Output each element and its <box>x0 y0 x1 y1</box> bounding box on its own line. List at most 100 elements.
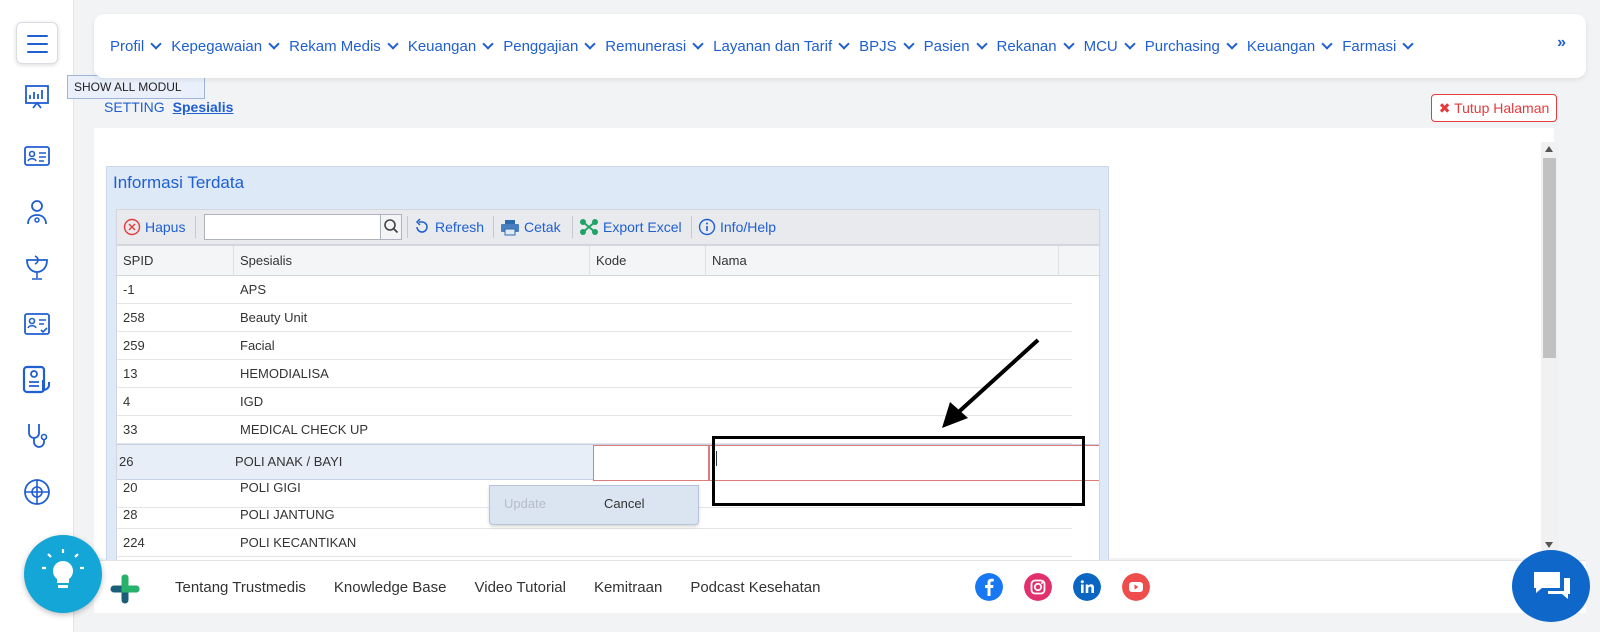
nav-item-keuangan[interactable]: Keuangan <box>407 37 494 55</box>
column-header-kode[interactable]: Kode <box>590 246 706 276</box>
cell-spid: -1 <box>123 282 135 297</box>
cell-spesialis: POLI JANTUNG <box>240 507 335 522</box>
chevron-down-icon <box>838 37 850 50</box>
chevron-down-icon <box>584 37 596 50</box>
footer-link-kemitraan[interactable]: Kemitraan <box>594 579 662 596</box>
nav-item-keuangan-2[interactable]: Keuangan <box>1247 38 1333 55</box>
excel-export-icon <box>580 219 598 235</box>
grid-toolbar: Hapus Refresh Cetak Export Excel Info/He… <box>116 209 1100 245</box>
column-header-nama[interactable]: Nama <box>706 246 1059 276</box>
table-row[interactable]: -1 APS <box>117 276 1072 304</box>
panel-title: Informasi Terdata <box>113 173 245 192</box>
annotation-arrow-icon <box>942 338 1040 428</box>
nav-item-label: MCU <box>1083 37 1118 55</box>
globe-health-icon[interactable] <box>21 476 53 508</box>
tips-bulb-button[interactable] <box>24 535 102 613</box>
id-card-icon[interactable] <box>21 140 53 172</box>
export-excel-button[interactable]: Export Excel <box>579 218 682 236</box>
delete-button[interactable]: Hapus <box>123 218 185 236</box>
search-input[interactable] <box>204 214 382 240</box>
chevron-down-icon <box>1062 37 1075 50</box>
toolbar-divider <box>572 216 573 238</box>
nav-more-button[interactable]: » <box>1557 34 1566 52</box>
scroll-down-arrow-icon[interactable] <box>1545 542 1553 548</box>
youtube-icon[interactable] <box>1122 573 1150 601</box>
search-button[interactable] <box>380 214 402 240</box>
table-row[interactable]: 258 Beauty Unit <box>117 304 1072 332</box>
nav-item-kepegawaian[interactable]: Kepegawaian <box>171 37 280 55</box>
cancel-button[interactable]: Cancel <box>604 496 644 511</box>
nav-item-label: Keuangan <box>407 37 477 55</box>
info-icon <box>698 218 716 236</box>
nav-item-rekam-medis[interactable]: Rekam Medis <box>289 37 399 55</box>
kode-input[interactable] <box>593 445 709 481</box>
chevron-down-icon <box>1124 37 1136 50</box>
nav-item-profil[interactable]: Profil <box>110 38 162 55</box>
nav-item-purchasing[interactable]: Purchasing <box>1145 38 1238 55</box>
print-label: Cetak <box>524 219 561 235</box>
refresh-button[interactable]: Refresh <box>413 218 484 236</box>
pharmacy-icon[interactable] <box>21 252 53 284</box>
nav-item-rekanan[interactable]: Rekanan <box>997 37 1075 55</box>
linkedin-icon[interactable] <box>1073 573 1101 601</box>
trustmedis-logo-icon <box>110 574 140 604</box>
footer-link-video-tutorial[interactable]: Video Tutorial <box>475 579 566 596</box>
column-header-spid[interactable]: SPID <box>117 246 234 276</box>
scrollbar-thumb[interactable] <box>1543 158 1556 358</box>
footer: Tentang Trustmedis Knowledge Base Video … <box>94 560 1586 613</box>
chat-bubble-icon <box>1534 572 1570 599</box>
chevron-down-icon <box>387 37 399 50</box>
nav-item-penggajian[interactable]: Penggajian <box>503 37 596 55</box>
table-row[interactable]: 259 Facial <box>117 332 1072 360</box>
delete-icon <box>123 218 141 236</box>
scroll-up-arrow-icon[interactable] <box>1545 146 1553 152</box>
nav-item-pasien[interactable]: Pasien <box>923 37 988 55</box>
chevron-down-icon <box>692 37 704 50</box>
dashboard-chart-icon[interactable] <box>21 82 53 114</box>
column-header-spesialis[interactable]: Spesialis <box>234 246 590 276</box>
stethoscope-icon[interactable] <box>21 420 53 452</box>
cell-spesialis: IGD <box>240 394 264 409</box>
update-button[interactable]: Update <box>504 496 546 511</box>
doctor-icon[interactable] <box>21 196 53 228</box>
print-button[interactable]: Cetak <box>500 218 561 236</box>
cell-spid: 4 <box>123 394 131 409</box>
nav-item-remunerasi[interactable]: Remunerasi <box>605 37 704 55</box>
facebook-icon[interactable] <box>975 573 1003 601</box>
toolbar-divider <box>493 216 494 238</box>
info-help-button[interactable]: Info/Help <box>698 218 776 236</box>
nav-item-farmasi[interactable]: Farmasi <box>1342 37 1415 55</box>
chevron-down-icon <box>482 37 494 50</box>
nav-item-label: Farmasi <box>1342 37 1397 55</box>
table-row[interactable]: 4 IGD <box>117 388 1072 416</box>
medical-record-touch-icon[interactable] <box>21 364 53 396</box>
nav-item-label: Kepegawaian <box>171 37 263 55</box>
top-navigation: Profil Kepegawaian Rekam Medis Keuangan … <box>94 14 1586 78</box>
patient-registration-icon[interactable] <box>21 308 53 340</box>
footer-link-knowledge-base[interactable]: Knowledge Base <box>334 579 447 596</box>
instagram-icon[interactable] <box>1024 573 1052 601</box>
footer-links: Tentang Trustmedis Knowledge Base Video … <box>175 561 848 614</box>
page-scrollbar[interactable] <box>1541 142 1558 552</box>
table-row[interactable]: 13 HEMODIALISA <box>117 360 1072 388</box>
nav-item-bpjs[interactable]: BPJS <box>859 37 915 55</box>
delete-label: Hapus <box>145 219 186 235</box>
annotation-highlight-box <box>712 436 1085 506</box>
nav-item-label: BPJS <box>859 37 897 55</box>
cell-spid: 33 <box>123 422 138 437</box>
cell-spesialis: HEMODIALISA <box>240 366 329 381</box>
footer-link-tentang[interactable]: Tentang Trustmedis <box>175 579 306 596</box>
cell-spesialis: MEDICAL CHECK UP <box>240 422 369 437</box>
nav-item-label: Pasien <box>923 37 970 55</box>
live-chat-button[interactable] <box>1512 550 1590 622</box>
breadcrumb-current[interactable]: Spesialis <box>173 99 234 115</box>
close-page-button[interactable]: ✖ Tutup Halaman <box>1431 94 1557 122</box>
nav-item-layanan-dan-tarif[interactable]: Layanan dan Tarif <box>713 37 850 55</box>
footer-link-podcast[interactable]: Podcast Kesehatan <box>690 579 820 596</box>
nav-item-mcu[interactable]: MCU <box>1083 37 1136 55</box>
cell-spesialis: POLI GIGI <box>240 480 301 495</box>
nav-item-label: Remunerasi <box>605 37 687 55</box>
table-row[interactable]: 224 POLI KECANTIKAN <box>117 529 1072 557</box>
hamburger-menu-button[interactable] <box>16 22 58 64</box>
breadcrumb-parent[interactable]: SETTING <box>104 99 165 115</box>
